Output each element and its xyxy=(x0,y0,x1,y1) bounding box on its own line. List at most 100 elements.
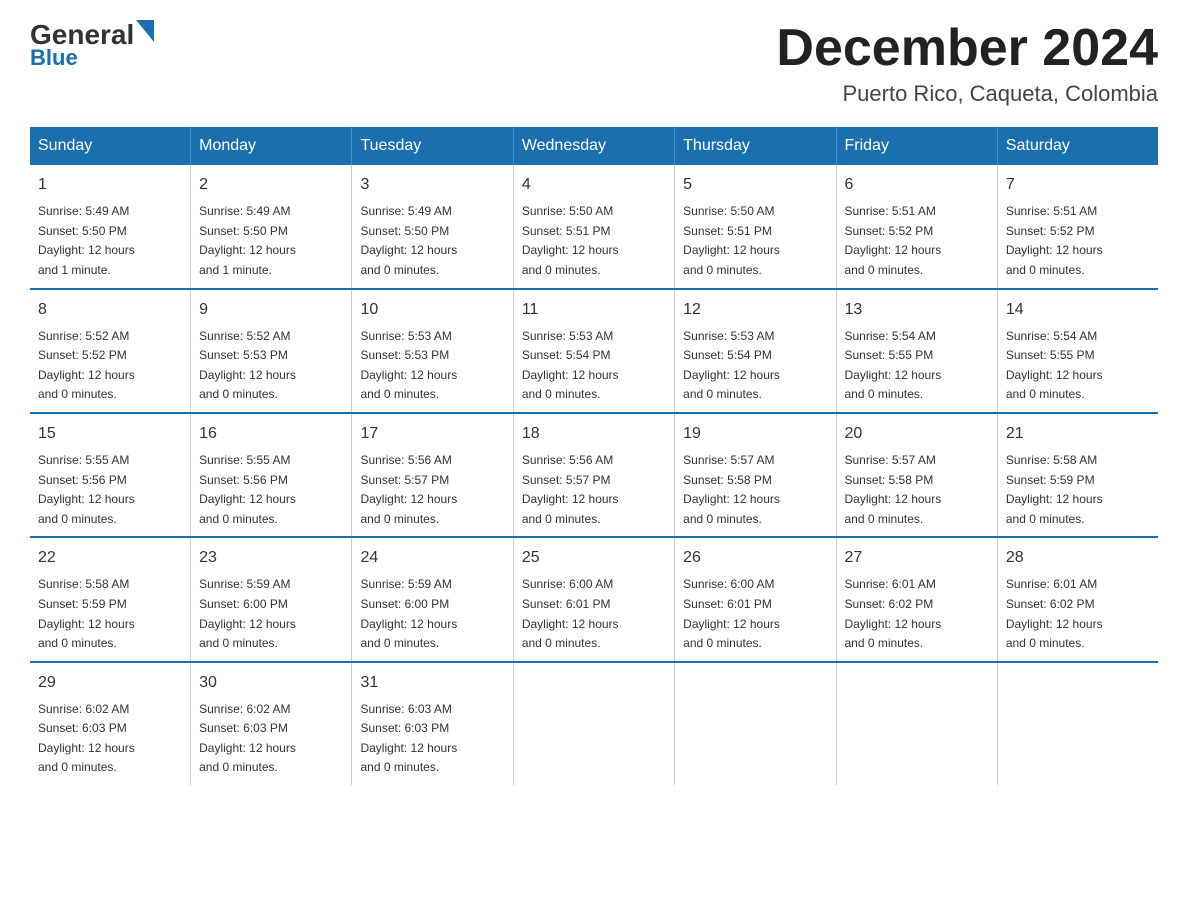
calendar-header-row: Sunday Monday Tuesday Wednesday Thursday… xyxy=(30,127,1158,165)
day-number: 7 xyxy=(1006,173,1150,197)
calendar-cell: 27 Sunrise: 6:01 AMSunset: 6:02 PMDaylig… xyxy=(836,537,997,661)
calendar-cell: 25 Sunrise: 6:00 AMSunset: 6:01 PMDaylig… xyxy=(513,537,674,661)
day-info: Sunrise: 6:02 AMSunset: 6:03 PMDaylight:… xyxy=(38,702,135,775)
calendar-cell: 4 Sunrise: 5:50 AMSunset: 5:51 PMDayligh… xyxy=(513,165,674,288)
day-number: 3 xyxy=(360,173,504,197)
calendar-cell: 17 Sunrise: 5:56 AMSunset: 5:57 PMDaylig… xyxy=(352,413,513,537)
day-info: Sunrise: 5:50 AMSunset: 5:51 PMDaylight:… xyxy=(683,204,780,277)
day-info: Sunrise: 6:02 AMSunset: 6:03 PMDaylight:… xyxy=(199,702,296,775)
day-info: Sunrise: 5:49 AMSunset: 5:50 PMDaylight:… xyxy=(199,204,296,277)
day-number: 21 xyxy=(1006,422,1150,446)
day-number: 10 xyxy=(360,298,504,322)
calendar-cell xyxy=(513,662,674,785)
day-info: Sunrise: 6:01 AMSunset: 6:02 PMDaylight:… xyxy=(1006,577,1103,650)
calendar-cell: 31 Sunrise: 6:03 AMSunset: 6:03 PMDaylig… xyxy=(352,662,513,785)
title-section: December 2024 Puerto Rico, Caqueta, Colo… xyxy=(776,20,1158,107)
calendar-cell xyxy=(836,662,997,785)
day-info: Sunrise: 6:00 AMSunset: 6:01 PMDaylight:… xyxy=(522,577,619,650)
calendar-week-row: 8 Sunrise: 5:52 AMSunset: 5:52 PMDayligh… xyxy=(30,289,1158,413)
calendar-cell: 26 Sunrise: 6:00 AMSunset: 6:01 PMDaylig… xyxy=(675,537,836,661)
calendar-week-row: 15 Sunrise: 5:55 AMSunset: 5:56 PMDaylig… xyxy=(30,413,1158,537)
calendar-cell: 30 Sunrise: 6:02 AMSunset: 6:03 PMDaylig… xyxy=(191,662,352,785)
calendar-week-row: 1 Sunrise: 5:49 AMSunset: 5:50 PMDayligh… xyxy=(30,165,1158,288)
calendar-cell: 1 Sunrise: 5:49 AMSunset: 5:50 PMDayligh… xyxy=(30,165,191,288)
day-info: Sunrise: 5:53 AMSunset: 5:54 PMDaylight:… xyxy=(522,329,619,402)
logo: General Blue xyxy=(30,20,154,71)
day-number: 4 xyxy=(522,173,666,197)
day-number: 19 xyxy=(683,422,827,446)
calendar-cell: 29 Sunrise: 6:02 AMSunset: 6:03 PMDaylig… xyxy=(30,662,191,785)
day-number: 28 xyxy=(1006,546,1150,570)
header-tuesday: Tuesday xyxy=(352,127,513,165)
day-number: 18 xyxy=(522,422,666,446)
calendar-cell: 8 Sunrise: 5:52 AMSunset: 5:52 PMDayligh… xyxy=(30,289,191,413)
calendar-table: Sunday Monday Tuesday Wednesday Thursday… xyxy=(30,127,1158,785)
day-info: Sunrise: 5:56 AMSunset: 5:57 PMDaylight:… xyxy=(360,453,457,526)
day-info: Sunrise: 5:55 AMSunset: 5:56 PMDaylight:… xyxy=(38,453,135,526)
day-number: 12 xyxy=(683,298,827,322)
day-number: 13 xyxy=(845,298,989,322)
calendar-subtitle: Puerto Rico, Caqueta, Colombia xyxy=(776,81,1158,107)
calendar-cell: 28 Sunrise: 6:01 AMSunset: 6:02 PMDaylig… xyxy=(997,537,1158,661)
day-info: Sunrise: 5:58 AMSunset: 5:59 PMDaylight:… xyxy=(1006,453,1103,526)
day-info: Sunrise: 5:50 AMSunset: 5:51 PMDaylight:… xyxy=(522,204,619,277)
header-sunday: Sunday xyxy=(30,127,191,165)
day-info: Sunrise: 5:49 AMSunset: 5:50 PMDaylight:… xyxy=(360,204,457,277)
day-number: 30 xyxy=(199,671,343,695)
calendar-cell: 18 Sunrise: 5:56 AMSunset: 5:57 PMDaylig… xyxy=(513,413,674,537)
day-info: Sunrise: 5:58 AMSunset: 5:59 PMDaylight:… xyxy=(38,577,135,650)
calendar-cell: 12 Sunrise: 5:53 AMSunset: 5:54 PMDaylig… xyxy=(675,289,836,413)
calendar-cell: 16 Sunrise: 5:55 AMSunset: 5:56 PMDaylig… xyxy=(191,413,352,537)
header-thursday: Thursday xyxy=(675,127,836,165)
calendar-cell xyxy=(997,662,1158,785)
day-info: Sunrise: 5:57 AMSunset: 5:58 PMDaylight:… xyxy=(845,453,942,526)
day-info: Sunrise: 6:00 AMSunset: 6:01 PMDaylight:… xyxy=(683,577,780,650)
day-info: Sunrise: 5:54 AMSunset: 5:55 PMDaylight:… xyxy=(845,329,942,402)
day-number: 20 xyxy=(845,422,989,446)
day-info: Sunrise: 5:53 AMSunset: 5:54 PMDaylight:… xyxy=(683,329,780,402)
calendar-cell: 20 Sunrise: 5:57 AMSunset: 5:58 PMDaylig… xyxy=(836,413,997,537)
calendar-week-row: 22 Sunrise: 5:58 AMSunset: 5:59 PMDaylig… xyxy=(30,537,1158,661)
day-number: 11 xyxy=(522,298,666,322)
calendar-cell: 24 Sunrise: 5:59 AMSunset: 6:00 PMDaylig… xyxy=(352,537,513,661)
day-number: 25 xyxy=(522,546,666,570)
logo-blue: Blue xyxy=(30,45,78,71)
logo-triangle-icon xyxy=(136,20,154,42)
header-saturday: Saturday xyxy=(997,127,1158,165)
calendar-cell: 14 Sunrise: 5:54 AMSunset: 5:55 PMDaylig… xyxy=(997,289,1158,413)
calendar-cell: 7 Sunrise: 5:51 AMSunset: 5:52 PMDayligh… xyxy=(997,165,1158,288)
day-number: 23 xyxy=(199,546,343,570)
day-info: Sunrise: 5:52 AMSunset: 5:52 PMDaylight:… xyxy=(38,329,135,402)
day-info: Sunrise: 5:51 AMSunset: 5:52 PMDaylight:… xyxy=(845,204,942,277)
calendar-cell: 10 Sunrise: 5:53 AMSunset: 5:53 PMDaylig… xyxy=(352,289,513,413)
day-number: 27 xyxy=(845,546,989,570)
calendar-cell: 2 Sunrise: 5:49 AMSunset: 5:50 PMDayligh… xyxy=(191,165,352,288)
day-number: 9 xyxy=(199,298,343,322)
calendar-cell: 11 Sunrise: 5:53 AMSunset: 5:54 PMDaylig… xyxy=(513,289,674,413)
header-wednesday: Wednesday xyxy=(513,127,674,165)
day-info: Sunrise: 5:53 AMSunset: 5:53 PMDaylight:… xyxy=(360,329,457,402)
calendar-cell: 19 Sunrise: 5:57 AMSunset: 5:58 PMDaylig… xyxy=(675,413,836,537)
calendar-cell: 15 Sunrise: 5:55 AMSunset: 5:56 PMDaylig… xyxy=(30,413,191,537)
day-info: Sunrise: 5:55 AMSunset: 5:56 PMDaylight:… xyxy=(199,453,296,526)
day-info: Sunrise: 5:54 AMSunset: 5:55 PMDaylight:… xyxy=(1006,329,1103,402)
day-info: Sunrise: 5:52 AMSunset: 5:53 PMDaylight:… xyxy=(199,329,296,402)
day-number: 5 xyxy=(683,173,827,197)
day-number: 14 xyxy=(1006,298,1150,322)
day-info: Sunrise: 6:03 AMSunset: 6:03 PMDaylight:… xyxy=(360,702,457,775)
day-number: 2 xyxy=(199,173,343,197)
calendar-cell: 6 Sunrise: 5:51 AMSunset: 5:52 PMDayligh… xyxy=(836,165,997,288)
day-number: 29 xyxy=(38,671,182,695)
day-info: Sunrise: 5:51 AMSunset: 5:52 PMDaylight:… xyxy=(1006,204,1103,277)
day-number: 24 xyxy=(360,546,504,570)
calendar-cell: 22 Sunrise: 5:58 AMSunset: 5:59 PMDaylig… xyxy=(30,537,191,661)
day-info: Sunrise: 5:56 AMSunset: 5:57 PMDaylight:… xyxy=(522,453,619,526)
calendar-cell: 23 Sunrise: 5:59 AMSunset: 6:00 PMDaylig… xyxy=(191,537,352,661)
day-info: Sunrise: 5:49 AMSunset: 5:50 PMDaylight:… xyxy=(38,204,135,277)
day-info: Sunrise: 5:57 AMSunset: 5:58 PMDaylight:… xyxy=(683,453,780,526)
header-monday: Monday xyxy=(191,127,352,165)
day-info: Sunrise: 5:59 AMSunset: 6:00 PMDaylight:… xyxy=(199,577,296,650)
calendar-cell: 21 Sunrise: 5:58 AMSunset: 5:59 PMDaylig… xyxy=(997,413,1158,537)
day-number: 31 xyxy=(360,671,504,695)
day-number: 8 xyxy=(38,298,182,322)
